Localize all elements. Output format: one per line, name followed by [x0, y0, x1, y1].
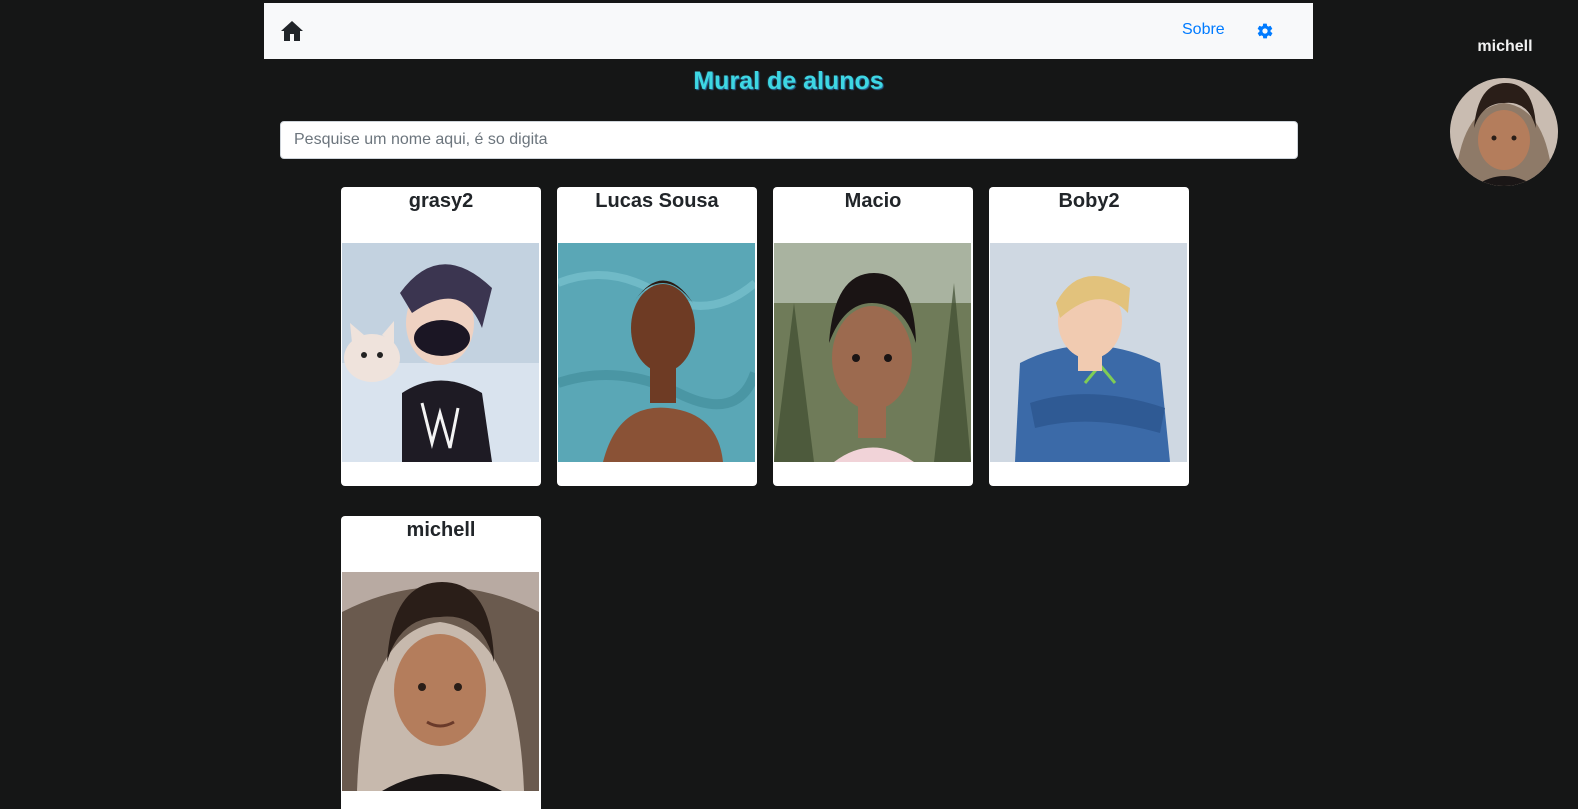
student-card[interactable]: Boby2 [989, 187, 1189, 486]
page-title: Mural de alunos [693, 67, 884, 95]
student-name: Boby2 [1058, 190, 1120, 212]
navbar: Sobre [264, 3, 1313, 59]
student-card[interactable]: Lucas Sousa [557, 187, 757, 486]
page: Sobre Mural de alunos grasy2 [0, 0, 1578, 809]
student-card[interactable]: michell [341, 516, 541, 809]
about-link[interactable]: Sobre [1182, 21, 1225, 39]
home-icon[interactable] [280, 20, 304, 42]
search-input[interactable] [280, 121, 1298, 159]
student-card[interactable]: grasy2 [341, 187, 541, 486]
student-photo [774, 243, 971, 462]
student-name: Lucas Sousa [595, 190, 719, 212]
avatar[interactable] [1450, 78, 1558, 186]
student-name: grasy2 [408, 190, 474, 212]
student-photo [342, 243, 539, 462]
student-photo [342, 572, 539, 791]
student-card[interactable]: Macio [773, 187, 973, 486]
gear-icon[interactable] [1256, 22, 1274, 40]
student-name: michell [406, 519, 476, 541]
student-name: Macio [844, 190, 902, 212]
profile-username: michell [1477, 38, 1533, 55]
student-photo [990, 243, 1187, 462]
student-photo [558, 243, 755, 462]
